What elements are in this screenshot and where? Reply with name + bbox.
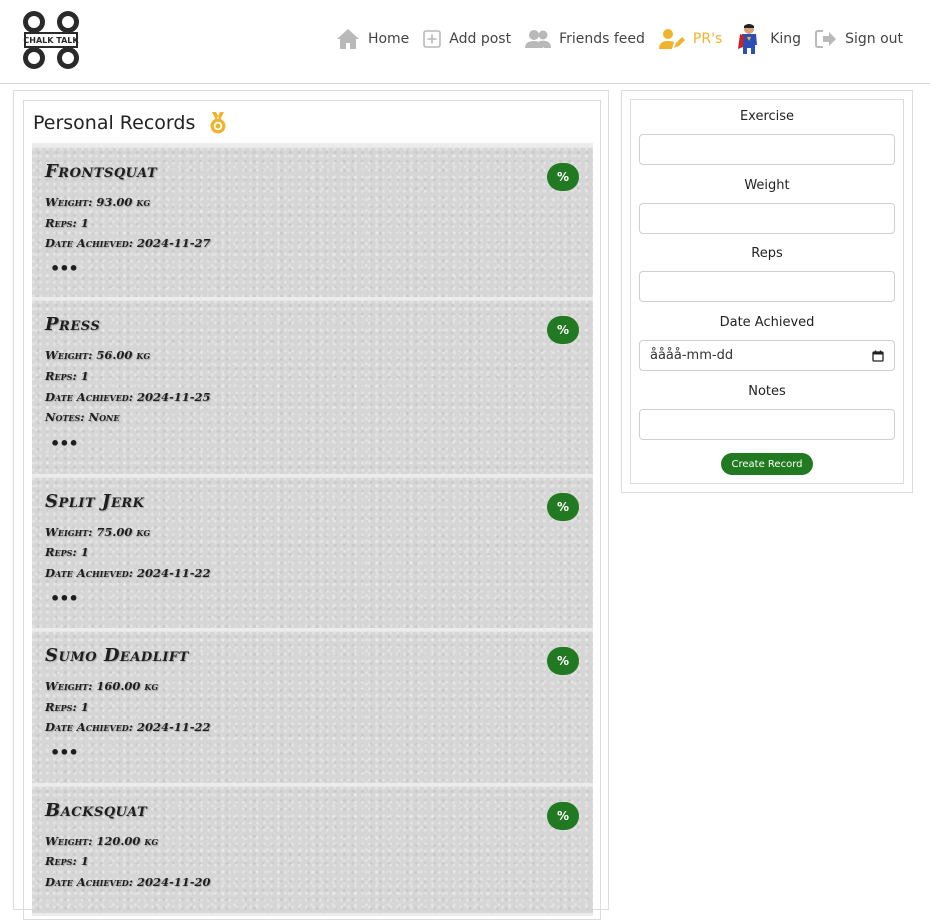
nav-friends-feed-label: Friends feed [559, 31, 645, 47]
create-record-form: Exercise Weight Reps Date Achieved åååå-… [630, 99, 904, 484]
record-weight: Weight: 120.00 kg [45, 834, 159, 848]
records-title-text: Personal Records [33, 112, 196, 134]
record-date: Date Achieved: 2024-11-22 [45, 566, 211, 580]
record-date: Date Achieved: 2024-11-20 [45, 875, 211, 889]
home-icon [336, 28, 360, 50]
record-reps: Reps: 1 [45, 545, 89, 559]
nav-user-profile[interactable]: King [736, 23, 801, 55]
more-options-button[interactable]: ••• [50, 589, 79, 608]
notes-label: Notes [748, 384, 786, 399]
user-pen-icon [658, 28, 685, 50]
record-exercise-name: Press [45, 314, 101, 335]
record-weight: Weight: 160.00 kg [45, 679, 159, 693]
nav-add-post-label: Add post [449, 31, 512, 47]
record-exercise-name: Frontsquat [45, 161, 158, 182]
records-card: Personal Records Frontsquat Weight: 93.0… [23, 100, 601, 920]
reps-input[interactable] [639, 271, 895, 302]
date-achieved-input[interactable]: åååå-mm-dd [639, 340, 895, 371]
percentage-button[interactable]: % [547, 647, 579, 675]
record-weight: Weight: 93.00 kg [45, 195, 151, 209]
create-record-button[interactable]: Create Record [721, 453, 813, 475]
exercise-input[interactable] [639, 134, 895, 165]
reps-label: Reps [751, 246, 783, 261]
record-reps: Reps: 1 [45, 700, 89, 714]
record-weight: Weight: 56.00 kg [45, 348, 151, 362]
record-date: Date Achieved: 2024-11-22 [45, 720, 211, 734]
record-card: Backsquat Weight: 120.00 kg Reps: 1 Date… [32, 786, 593, 916]
add-square-icon [423, 30, 442, 48]
record-weight: Weight: 75.00 kg [45, 525, 151, 539]
avatar [736, 23, 762, 55]
exercise-label: Exercise [739, 109, 795, 124]
weight-label: Weight [744, 178, 790, 193]
nav-user-label: King [770, 31, 802, 47]
page-title: Personal Records [33, 111, 229, 135]
navbar: CHALK TALK Home Add post Friends feed PR… [0, 0, 930, 84]
record-reps: Reps: 1 [45, 369, 89, 383]
main-nav: Home Add post Friends feed PR's King Sig… [322, 23, 903, 55]
record-date: Date Achieved: 2024-11-25 [45, 390, 211, 404]
record-card: Frontsquat Weight: 93.00 kg Reps: 1 Date… [32, 147, 593, 300]
sign-out-icon [815, 29, 837, 49]
date-placeholder: åååå-mm-dd [650, 348, 734, 363]
notes-input[interactable] [639, 409, 895, 440]
record-card: Press Weight: 56.00 kg Reps: 1 Date Achi… [32, 300, 593, 477]
create-record-panel: Exercise Weight Reps Date Achieved åååå-… [621, 90, 913, 493]
record-exercise-name: Split Jerk [45, 491, 145, 512]
calendar-icon[interactable] [872, 350, 884, 362]
medal-icon [207, 111, 229, 135]
record-reps: Reps: 1 [45, 854, 89, 868]
record-reps: Reps: 1 [45, 216, 89, 230]
percentage-button[interactable]: % [547, 493, 579, 521]
record-date: Date Achieved: 2024-11-27 [45, 236, 211, 250]
nav-sign-out[interactable]: Sign out [815, 29, 903, 49]
record-exercise-name: Sumo Deadlift [45, 645, 189, 666]
weight-input[interactable] [639, 203, 895, 234]
nav-sign-out-label: Sign out [845, 31, 903, 47]
users-icon [525, 29, 552, 49]
nav-home-label: Home [367, 31, 410, 47]
more-options-button[interactable]: ••• [50, 434, 79, 453]
percentage-button[interactable]: % [547, 316, 579, 344]
records-panel: Personal Records Frontsquat Weight: 93.0… [13, 90, 609, 920]
nav-add-post[interactable]: Add post [423, 30, 511, 48]
more-options-button[interactable]: ••• [50, 259, 79, 278]
nav-prs[interactable]: PR's [658, 28, 723, 50]
record-card: Sumo Deadlift Weight: 160.00 kg Reps: 1 … [32, 631, 593, 786]
record-exercise-name: Backsquat [45, 800, 148, 821]
date-achieved-label: Date Achieved [719, 315, 815, 330]
chalk-talk-logo[interactable]: CHALK TALK [21, 10, 81, 70]
percentage-button[interactable]: % [547, 802, 579, 830]
percentage-button[interactable]: % [547, 163, 579, 191]
more-options-button[interactable]: ••• [50, 743, 79, 762]
record-card: Split Jerk Weight: 75.00 kg Reps: 1 Date… [32, 477, 593, 631]
nav-friends-feed[interactable]: Friends feed [525, 29, 645, 49]
record-notes: Notes: None [45, 410, 120, 424]
nav-home[interactable]: Home [336, 28, 409, 50]
logo-text: CHALK TALK [23, 36, 79, 45]
nav-prs-label: PR's [692, 31, 723, 47]
